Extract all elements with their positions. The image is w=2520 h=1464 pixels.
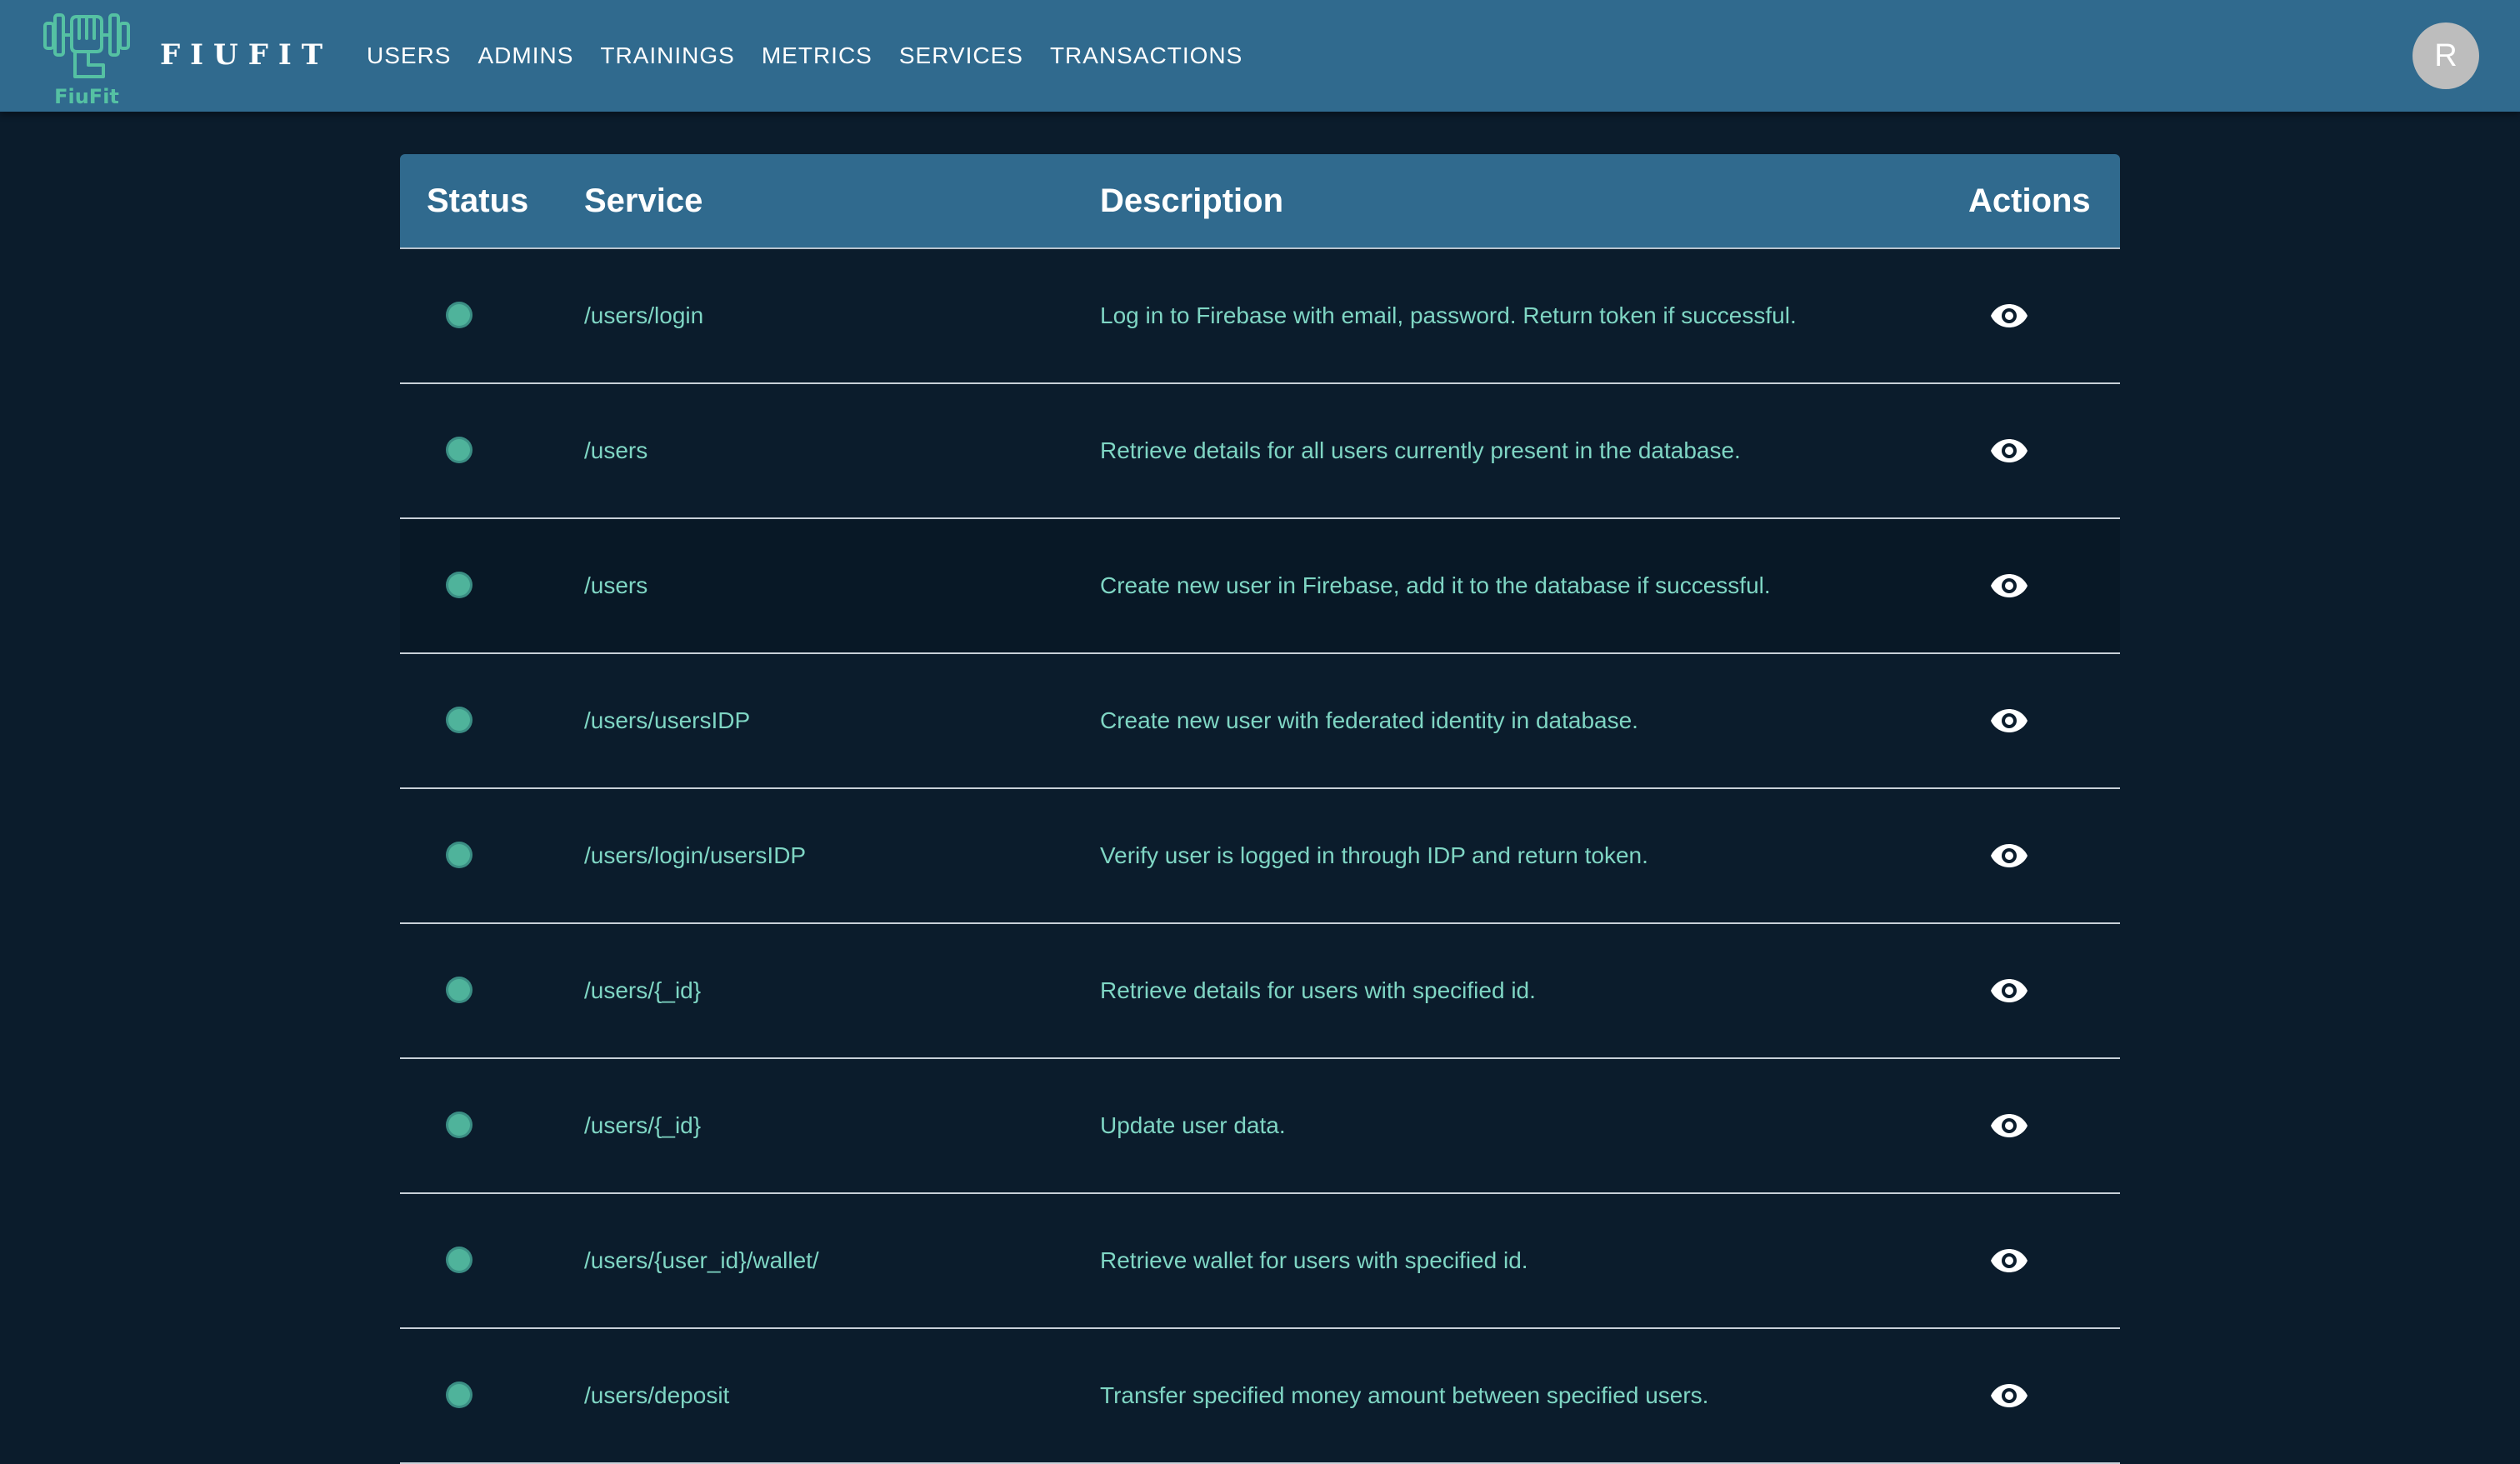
view-eye-icon[interactable] bbox=[1990, 707, 2028, 734]
description-cell: Retrieve details for all users currently… bbox=[1100, 437, 1741, 463]
service-cell: /users/deposit bbox=[584, 1382, 730, 1408]
table-row[interactable]: /users/{_id} Update user data. bbox=[400, 1059, 2120, 1194]
service-cell: /users/{user_id}/wallet/ bbox=[584, 1247, 819, 1273]
table-row[interactable]: /users Create new user in Firebase, add i… bbox=[400, 519, 2120, 654]
nav-users[interactable]: USERS bbox=[353, 32, 464, 79]
header-description: Description bbox=[1100, 182, 1284, 219]
app-bar: FiuFit FIUFIT USERS ADMINS TRAININGS MET… bbox=[0, 0, 2520, 112]
description-cell: Update user data. bbox=[1100, 1112, 1286, 1138]
status-dot-icon bbox=[448, 1384, 470, 1406]
service-cell: /users bbox=[584, 572, 648, 598]
table-header: Status Service Description Actions bbox=[400, 154, 2120, 249]
status-dot-icon bbox=[448, 1249, 470, 1271]
table-row[interactable]: /users/login/usersIDP Verify user is logg… bbox=[400, 789, 2120, 924]
view-eye-icon[interactable] bbox=[1990, 1382, 2028, 1409]
description-cell: Transfer specified money amount between … bbox=[1100, 1382, 1709, 1408]
fiufit-logo[interactable]: FiuFit bbox=[42, 5, 132, 108]
table-row[interactable]: /users Retrieve details for all users cur… bbox=[400, 384, 2120, 519]
dumbbell-fist-icon bbox=[43, 13, 130, 78]
description-cell: Create new user with federated identity … bbox=[1100, 707, 1638, 733]
service-cell: /users/login bbox=[584, 302, 704, 328]
view-eye-icon[interactable] bbox=[1990, 977, 2028, 1004]
services-table: Status Service Description Actions /user… bbox=[400, 154, 2120, 1464]
status-dot-icon bbox=[448, 979, 470, 1001]
nav-transactions[interactable]: TRANSACTIONS bbox=[1037, 32, 1256, 79]
brand-name[interactable]: FIUFIT bbox=[160, 38, 332, 72]
table-row[interactable]: /users/deposit Transfer specified money a… bbox=[400, 1329, 2120, 1464]
service-cell: /users/usersIDP bbox=[584, 707, 751, 733]
main-nav: USERS ADMINS TRAININGS METRICS SERVICES … bbox=[353, 0, 1256, 112]
nav-trainings[interactable]: TRAININGS bbox=[587, 32, 748, 79]
description-cell: Retrieve details for users with specifie… bbox=[1100, 977, 1536, 1003]
table-row[interactable]: /users/{_id} Retrieve details for users w… bbox=[400, 924, 2120, 1059]
description-cell: Verify user is logged in through IDP and… bbox=[1100, 842, 1648, 868]
status-dot-icon bbox=[448, 574, 470, 596]
service-cell: /users/login/usersIDP bbox=[584, 842, 807, 868]
user-avatar[interactable]: R bbox=[2412, 22, 2479, 89]
service-cell: /users bbox=[584, 437, 648, 463]
logo-caption: FiuFit bbox=[54, 85, 119, 108]
nav-metrics[interactable]: METRICS bbox=[748, 32, 886, 79]
header-service: Service bbox=[584, 182, 703, 219]
table-row[interactable]: /users/{user_id}/wallet/Retrieve wallet … bbox=[400, 1194, 2120, 1329]
view-eye-icon[interactable] bbox=[1990, 1112, 2028, 1139]
header-status: Status bbox=[427, 182, 529, 219]
status-dot-icon bbox=[448, 439, 470, 461]
table-row[interactable]: /users/usersIDP Create new user with fede… bbox=[400, 654, 2120, 789]
header-actions: Actions bbox=[1968, 182, 2091, 219]
table-row[interactable]: /users/login Log in to Firebase with emai… bbox=[400, 249, 2120, 384]
description-cell: Retrieve wallet for users with specified… bbox=[1100, 1247, 1528, 1273]
status-dot-icon bbox=[448, 709, 470, 731]
view-eye-icon[interactable] bbox=[1990, 302, 2028, 329]
service-cell: /users/{_id} bbox=[584, 1112, 702, 1138]
description-cell: Log in to Firebase with email, password.… bbox=[1100, 302, 1797, 328]
view-eye-icon[interactable] bbox=[1990, 572, 2028, 599]
status-dot-icon bbox=[448, 304, 470, 326]
view-eye-icon[interactable] bbox=[1990, 437, 2028, 464]
status-dot-icon bbox=[448, 844, 470, 866]
view-eye-icon[interactable] bbox=[1990, 1247, 2028, 1274]
nav-admins[interactable]: ADMINS bbox=[464, 32, 587, 79]
status-dot-icon bbox=[448, 1114, 470, 1136]
nav-services[interactable]: SERVICES bbox=[886, 32, 1037, 79]
service-cell: /users/{_id} bbox=[584, 977, 702, 1003]
view-eye-icon[interactable] bbox=[1990, 842, 2028, 869]
description-cell: Create new user in Firebase, add it to t… bbox=[1100, 572, 1771, 598]
table-body: /users/login Log in to Firebase with emai… bbox=[400, 249, 2120, 1464]
